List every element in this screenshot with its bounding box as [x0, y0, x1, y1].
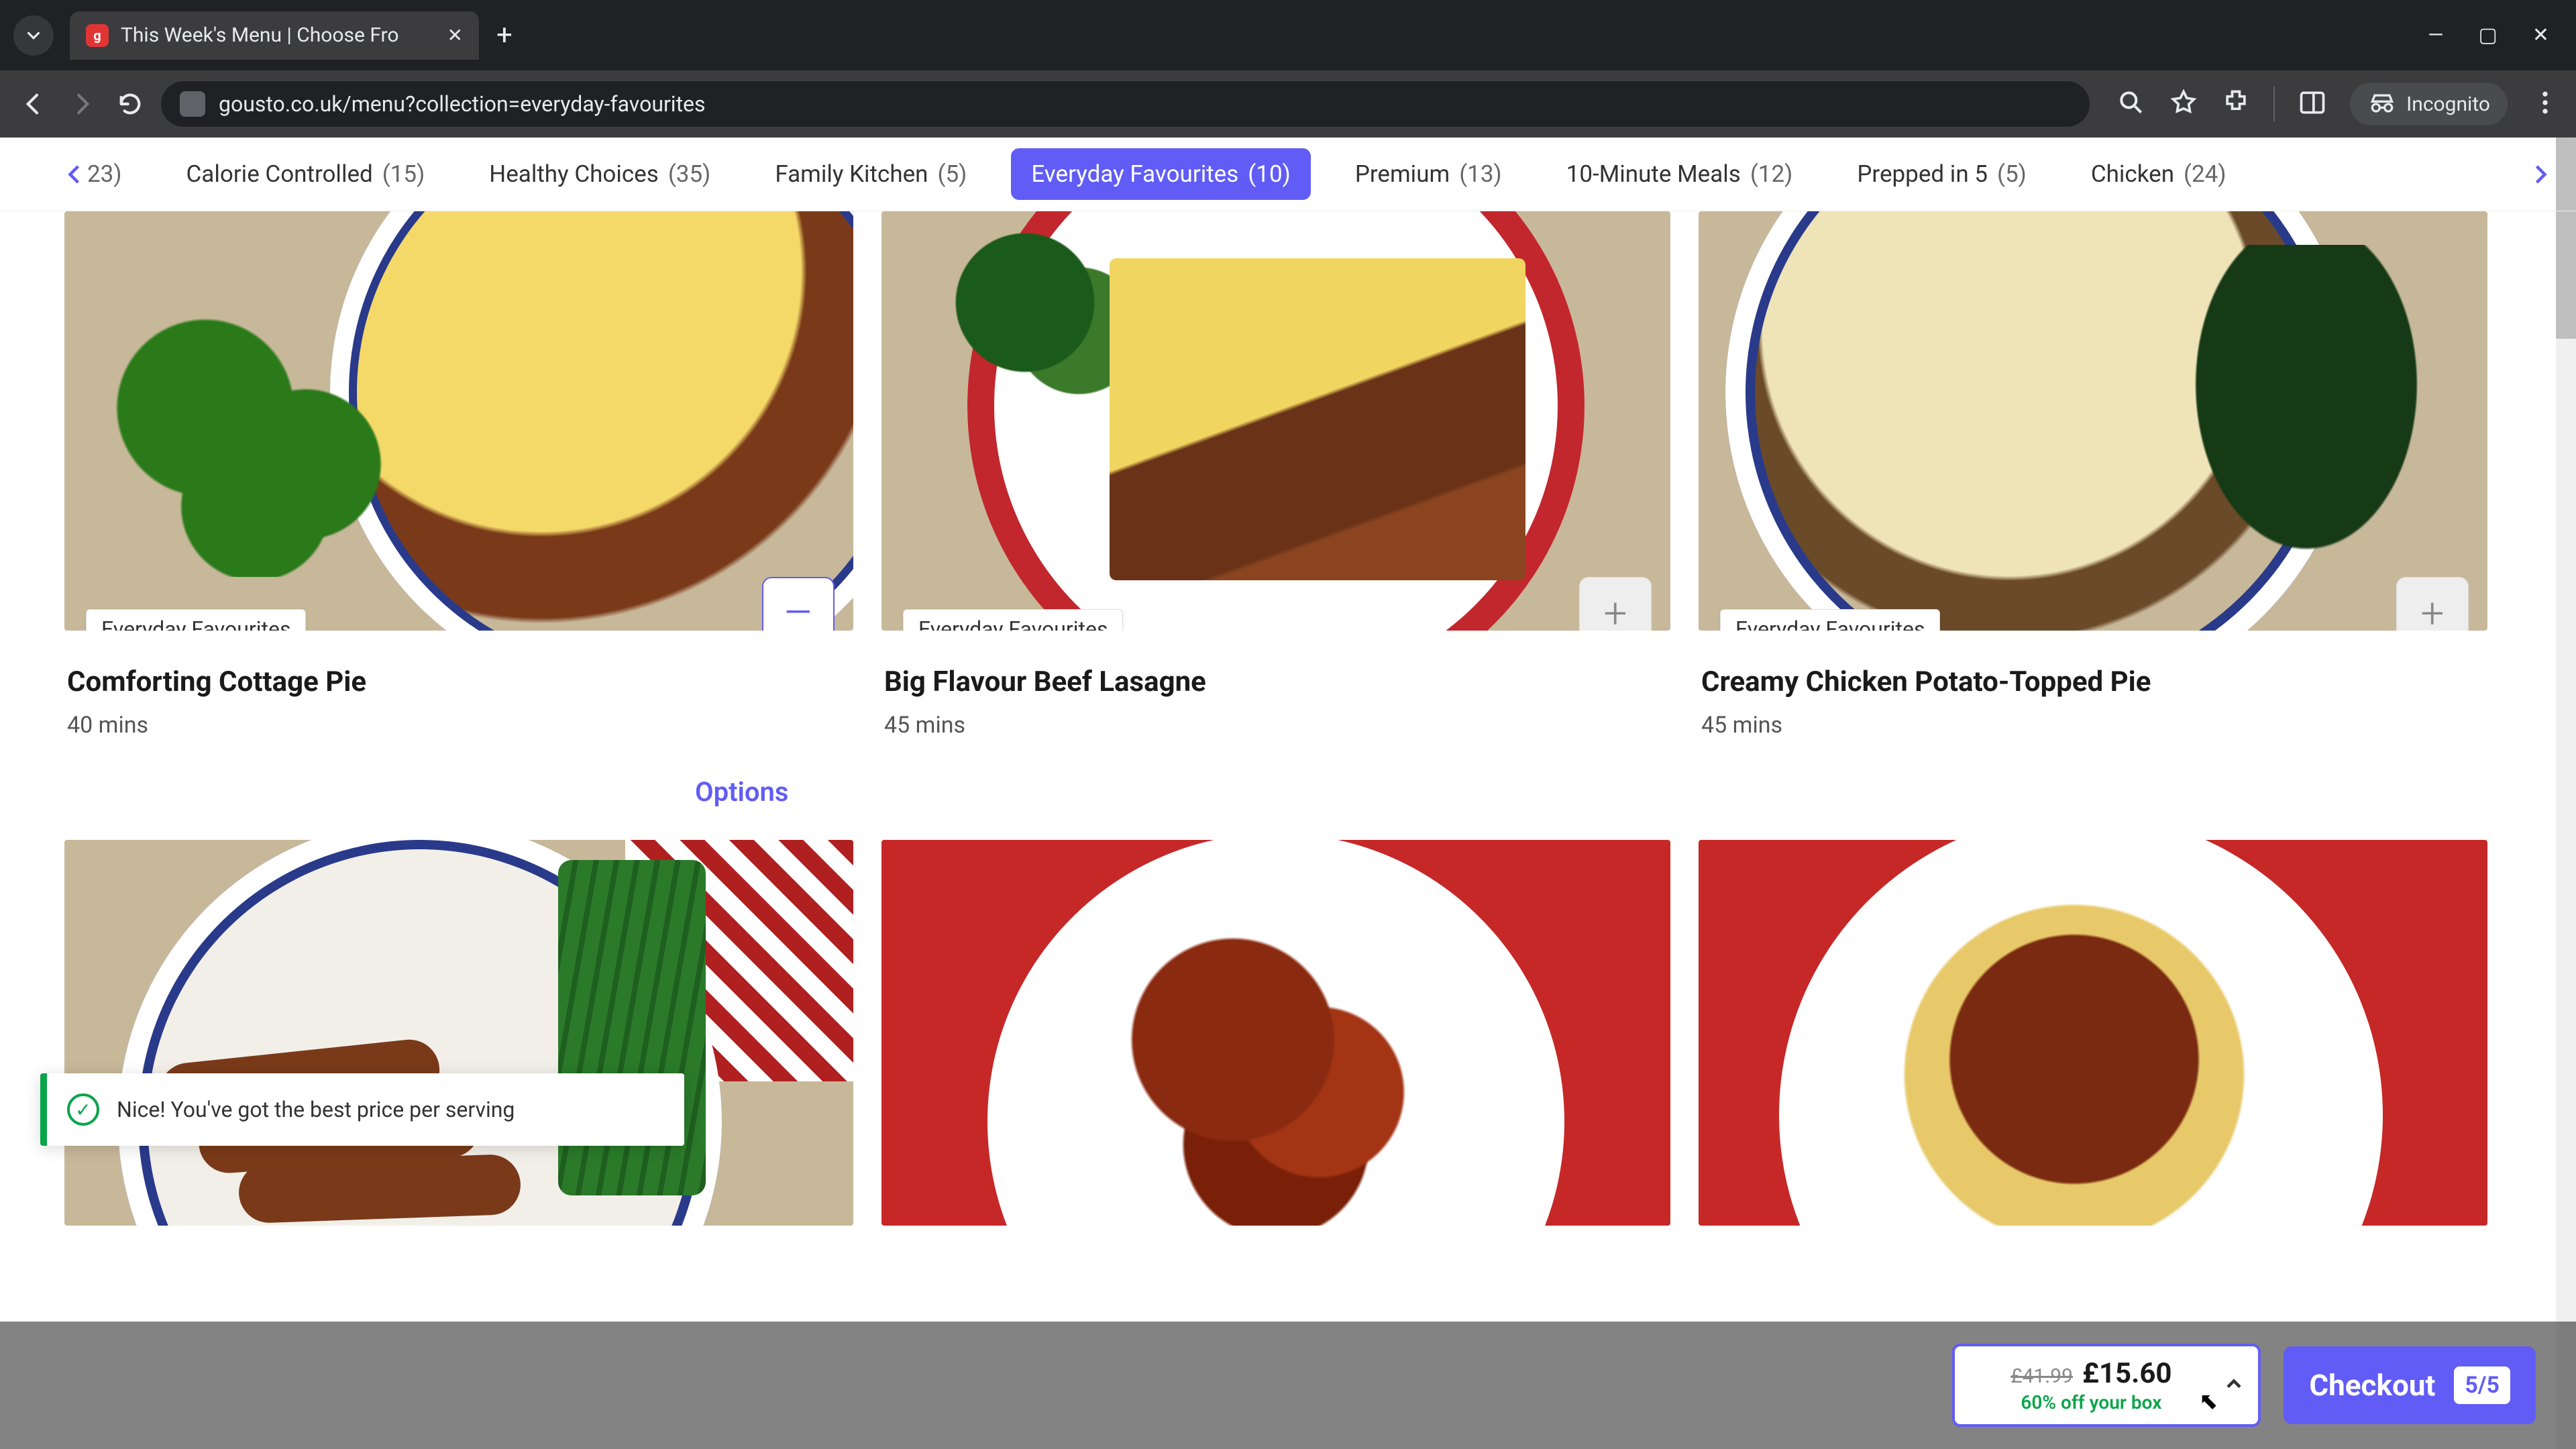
sidepanel-icon[interactable]	[2298, 88, 2327, 120]
window-close-icon[interactable]: ✕	[2532, 23, 2549, 47]
category-label: Calorie Controlled	[186, 160, 373, 188]
recipe-card[interactable]	[64, 840, 853, 1226]
search-icon[interactable]	[2116, 88, 2146, 120]
category-item-everyday-favourites[interactable]: Everyday Favourites (10)	[1011, 148, 1310, 200]
recipe-image: Everyday Favourites –	[64, 211, 853, 631]
category-count: (35)	[668, 160, 711, 188]
recipe-time: 40 mins	[64, 712, 853, 739]
category-item-family-kitchen[interactable]: Family Kitchen (5)	[755, 148, 987, 200]
reload-button[interactable]	[113, 87, 148, 121]
recipe-image	[1699, 840, 2487, 1226]
category-item-chicken[interactable]: Chicken (24)	[2071, 148, 2247, 200]
chevron-up-icon	[2222, 1372, 2246, 1399]
recipe-image: Everyday Favourites +	[881, 211, 1670, 631]
remove-recipe-button[interactable]: –	[762, 577, 835, 631]
url-text: gousto.co.uk/menu?collection=everyday-fa…	[219, 91, 706, 117]
recipe-title: Comforting Cottage Pie	[64, 665, 853, 698]
incognito-badge[interactable]: Incognito	[2350, 83, 2508, 125]
checkout-button[interactable]: Checkout 5/5	[2284, 1346, 2536, 1424]
extensions-icon[interactable]	[2221, 88, 2251, 120]
price-summary-button[interactable]: £41.99 £15.60 60% off your box ⬉	[1952, 1344, 2261, 1427]
category-label: Prepped in 5	[1857, 160, 1988, 188]
new-price: £15.60	[2082, 1357, 2172, 1390]
recipe-card[interactable]	[1699, 840, 2487, 1226]
category-item-premium[interactable]: Premium (13)	[1335, 148, 1522, 200]
add-recipe-button[interactable]: +	[2396, 577, 2469, 631]
category-label: Healthy Choices	[489, 160, 659, 188]
scrollbar-track[interactable]	[2556, 138, 2576, 1449]
checkout-label: Checkout	[2309, 1368, 2435, 1403]
incognito-icon	[2367, 89, 2397, 119]
checkout-bar: £41.99 £15.60 60% off your box ⬉ Checkou…	[0, 1322, 2576, 1449]
category-count: (12)	[1750, 160, 1793, 188]
recipe-card[interactable]: Everyday Favourites + Creamy Chicken Pot…	[1699, 211, 2487, 739]
browser-tabstrip: g This Week's Menu | Choose Fro ✕ + — ▢ …	[0, 0, 2576, 70]
category-label: Family Kitchen	[775, 160, 928, 188]
incognito-label: Incognito	[2406, 93, 2490, 116]
bookmark-star-icon[interactable]	[2169, 88, 2198, 120]
category-item-healthy-choices[interactable]: Healthy Choices (35)	[469, 148, 731, 200]
discount-label: 60% off your box	[1978, 1391, 2204, 1413]
check-circle-icon: ✓	[67, 1093, 99, 1126]
category-item-10-minute-meals[interactable]: 10-Minute Meals (12)	[1546, 148, 1813, 200]
window-minimize-icon[interactable]: —	[2428, 23, 2443, 47]
recipe-image	[64, 840, 853, 1226]
category-label: Everyday Favourites	[1031, 160, 1238, 188]
recipe-title: Creamy Chicken Potato-Topped Pie	[1699, 665, 2487, 698]
page-content: 23) Calorie Controlled (15) Healthy Choi…	[0, 138, 2576, 1449]
tab-title: This Week's Menu | Choose Fro	[121, 23, 435, 47]
category-bar: 23) Calorie Controlled (15) Healthy Choi…	[0, 138, 2576, 211]
add-recipe-button[interactable]: +	[1579, 577, 1652, 631]
recipe-card[interactable]	[881, 840, 1670, 1226]
recipe-time: 45 mins	[1699, 712, 2487, 739]
recipe-card[interactable]: Everyday Favourites – Comforting Cottage…	[64, 211, 853, 739]
category-label: Premium	[1355, 160, 1450, 188]
tab-search-button[interactable]	[13, 15, 54, 56]
category-label: 10-Minute Meals	[1566, 160, 1741, 188]
toolbar-divider	[2273, 87, 2275, 121]
recipe-count-badge: 5/5	[2454, 1366, 2510, 1404]
kebab-menu-icon[interactable]	[2530, 88, 2560, 120]
category-item-cutoff[interactable]: 23)	[82, 148, 142, 200]
toast-message: Nice! You've got the best price per serv…	[117, 1097, 515, 1122]
category-item-prepped-in-5[interactable]: Prepped in 5 (5)	[1837, 148, 2047, 200]
category-count: (15)	[382, 160, 425, 188]
recipe-card[interactable]: Everyday Favourites + Big Flavour Beef L…	[881, 211, 1670, 739]
category-count: (10)	[1248, 160, 1291, 188]
price-toast: ✓ Nice! You've got the best price per se…	[40, 1073, 684, 1146]
category-scroll-left[interactable]	[60, 160, 90, 189]
category-label: Chicken	[2091, 160, 2174, 188]
back-button[interactable]	[16, 87, 51, 121]
browser-tab-active[interactable]: g This Week's Menu | Choose Fro ✕	[70, 11, 479, 60]
old-price: £41.99	[2010, 1364, 2073, 1388]
recipe-title: Big Flavour Beef Lasagne	[881, 665, 1670, 698]
category-count: 23)	[87, 160, 122, 188]
recipe-tag: Everyday Favourites	[903, 609, 1123, 631]
recipe-time: 45 mins	[881, 712, 1670, 739]
favicon-icon: g	[86, 24, 109, 47]
recipe-tag: Everyday Favourites	[86, 609, 306, 631]
cursor-icon: ⬉	[2199, 1388, 2218, 1415]
options-heading[interactable]: Options	[64, 776, 2512, 808]
recipe-image: Everyday Favourites +	[1699, 211, 2487, 631]
category-count: (13)	[1459, 160, 1502, 188]
new-tab-button[interactable]: +	[496, 19, 513, 52]
address-bar[interactable]: gousto.co.uk/menu?collection=everyday-fa…	[161, 81, 2090, 127]
recipe-image	[881, 840, 1670, 1226]
category-count: (5)	[1997, 160, 2027, 188]
category-item-calorie-controlled[interactable]: Calorie Controlled (15)	[166, 148, 445, 200]
site-info-icon[interactable]	[180, 91, 205, 117]
window-maximize-icon[interactable]: ▢	[2479, 23, 2498, 47]
category-count: (5)	[938, 160, 967, 188]
forward-button	[64, 87, 99, 121]
tab-close-icon[interactable]: ✕	[447, 24, 463, 46]
browser-toolbar: gousto.co.uk/menu?collection=everyday-fa…	[0, 70, 2576, 138]
category-scroll-right[interactable]	[2525, 160, 2555, 189]
recipe-tag: Everyday Favourites	[1720, 609, 1940, 631]
category-count: (24)	[2184, 160, 2226, 188]
